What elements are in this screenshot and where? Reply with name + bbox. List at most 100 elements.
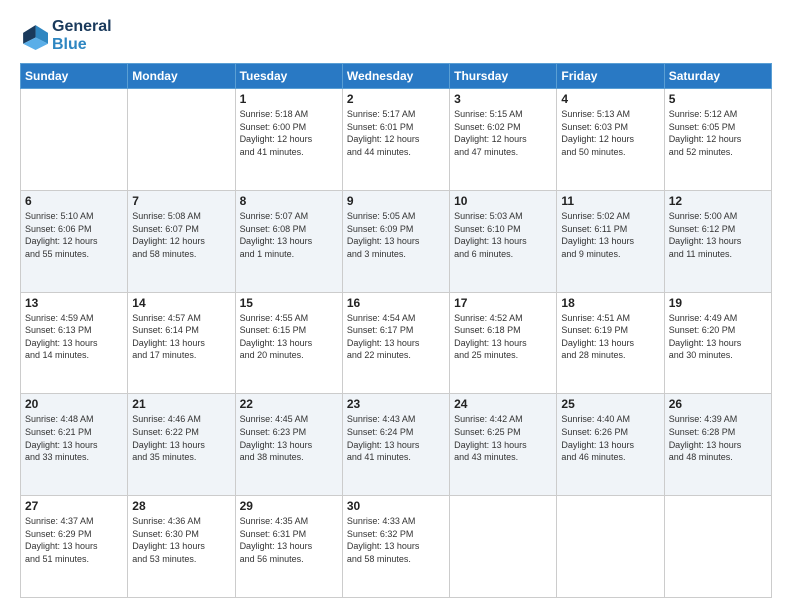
day-info: Sunrise: 5:02 AM Sunset: 6:11 PM Dayligh… [561, 210, 659, 260]
calendar-cell: 16 Sunrise: 4:54 AM Sunset: 6:17 PM Dayli… [342, 292, 449, 394]
day-info: Sunrise: 5:15 AM Sunset: 6:02 PM Dayligh… [454, 108, 552, 158]
day-info: Sunrise: 4:37 AM Sunset: 6:29 PM Dayligh… [25, 515, 123, 565]
calendar-cell: 23 Sunrise: 4:43 AM Sunset: 6:24 PM Dayli… [342, 394, 449, 496]
day-info: Sunrise: 4:35 AM Sunset: 6:31 PM Dayligh… [240, 515, 338, 565]
day-number: 17 [454, 296, 552, 310]
calendar-cell: 19 Sunrise: 4:49 AM Sunset: 6:20 PM Dayli… [664, 292, 771, 394]
calendar-cell [128, 89, 235, 191]
calendar-cell: 14Sunrise: 4:57 AM Sunset: 6:14 PM Dayli… [128, 292, 235, 394]
day-info: Sunrise: 5:17 AM Sunset: 6:01 PM Dayligh… [347, 108, 445, 158]
day-info: Sunrise: 4:59 AM Sunset: 6:13 PM Dayligh… [25, 312, 123, 362]
day-number: 23 [347, 397, 445, 411]
calendar-cell: 15 Sunrise: 4:55 AM Sunset: 6:15 PM Dayli… [235, 292, 342, 394]
day-number: 3 [454, 92, 552, 106]
calendar-cell: 1 Sunrise: 5:18 AM Sunset: 6:00 PM Daylig… [235, 89, 342, 191]
day-number: 25 [561, 397, 659, 411]
calendar-cell: 4 Sunrise: 5:13 AM Sunset: 6:03 PM Daylig… [557, 89, 664, 191]
day-number: 10 [454, 194, 552, 208]
day-info: Sunrise: 4:33 AM Sunset: 6:32 PM Dayligh… [347, 515, 445, 565]
day-number: 4 [561, 92, 659, 106]
day-number: 20 [25, 397, 123, 411]
weekday-header-sunday: Sunday [21, 64, 128, 89]
logo-icon [20, 22, 48, 50]
day-info: Sunrise: 5:18 AM Sunset: 6:00 PM Dayligh… [240, 108, 338, 158]
logo-text: General Blue [52, 18, 112, 53]
calendar-cell: 9 Sunrise: 5:05 AM Sunset: 6:09 PM Daylig… [342, 190, 449, 292]
day-number: 9 [347, 194, 445, 208]
day-info: Sunrise: 5:05 AM Sunset: 6:09 PM Dayligh… [347, 210, 445, 260]
calendar-cell: 28 Sunrise: 4:36 AM Sunset: 6:30 PM Dayli… [128, 496, 235, 598]
day-info: Sunrise: 5:10 AM Sunset: 6:06 PM Dayligh… [25, 210, 123, 260]
calendar-cell [21, 89, 128, 191]
day-number: 11 [561, 194, 659, 208]
weekday-header-wednesday: Wednesday [342, 64, 449, 89]
calendar-cell: 29 Sunrise: 4:35 AM Sunset: 6:31 PM Dayli… [235, 496, 342, 598]
day-number: 18 [561, 296, 659, 310]
header: General Blue [20, 18, 772, 53]
calendar-cell: 2 Sunrise: 5:17 AM Sunset: 6:01 PM Daylig… [342, 89, 449, 191]
calendar-cell: 7Sunrise: 5:08 AM Sunset: 6:07 PM Daylig… [128, 190, 235, 292]
day-number: 24 [454, 397, 552, 411]
calendar-cell: 6 Sunrise: 5:10 AM Sunset: 6:06 PM Daylig… [21, 190, 128, 292]
calendar-cell [450, 496, 557, 598]
calendar-cell: 18 Sunrise: 4:51 AM Sunset: 6:19 PM Dayli… [557, 292, 664, 394]
day-number: 12 [669, 194, 767, 208]
day-info: Sunrise: 5:08 AM Sunset: 6:07 PM Dayligh… [132, 210, 230, 260]
day-info: Sunrise: 4:43 AM Sunset: 6:24 PM Dayligh… [347, 413, 445, 463]
day-info: Sunrise: 4:40 AM Sunset: 6:26 PM Dayligh… [561, 413, 659, 463]
week-row-3: 13 Sunrise: 4:59 AM Sunset: 6:13 PM Dayli… [21, 292, 772, 394]
calendar-cell: 5Sunrise: 5:12 AM Sunset: 6:05 PM Daylig… [664, 89, 771, 191]
day-info: Sunrise: 5:13 AM Sunset: 6:03 PM Dayligh… [561, 108, 659, 158]
day-info: Sunrise: 4:49 AM Sunset: 6:20 PM Dayligh… [669, 312, 767, 362]
calendar-cell: 3 Sunrise: 5:15 AM Sunset: 6:02 PM Daylig… [450, 89, 557, 191]
day-info: Sunrise: 4:52 AM Sunset: 6:18 PM Dayligh… [454, 312, 552, 362]
day-number: 1 [240, 92, 338, 106]
calendar-cell: 26Sunrise: 4:39 AM Sunset: 6:28 PM Dayli… [664, 394, 771, 496]
day-number: 28 [132, 499, 230, 513]
logo: General Blue [20, 18, 112, 53]
day-info: Sunrise: 4:48 AM Sunset: 6:21 PM Dayligh… [25, 413, 123, 463]
calendar-cell: 30 Sunrise: 4:33 AM Sunset: 6:32 PM Dayli… [342, 496, 449, 598]
week-row-1: 1 Sunrise: 5:18 AM Sunset: 6:00 PM Daylig… [21, 89, 772, 191]
weekday-header-saturday: Saturday [664, 64, 771, 89]
page: General Blue SundayMondayTuesdayWednesda… [0, 0, 792, 612]
calendar-cell: 13 Sunrise: 4:59 AM Sunset: 6:13 PM Dayli… [21, 292, 128, 394]
week-row-4: 20 Sunrise: 4:48 AM Sunset: 6:21 PM Dayli… [21, 394, 772, 496]
day-info: Sunrise: 4:46 AM Sunset: 6:22 PM Dayligh… [132, 413, 230, 463]
day-number: 16 [347, 296, 445, 310]
day-info: Sunrise: 4:36 AM Sunset: 6:30 PM Dayligh… [132, 515, 230, 565]
calendar-cell [664, 496, 771, 598]
day-number: 15 [240, 296, 338, 310]
day-number: 6 [25, 194, 123, 208]
calendar-table: SundayMondayTuesdayWednesdayThursdayFrid… [20, 63, 772, 598]
day-number: 30 [347, 499, 445, 513]
week-row-2: 6 Sunrise: 5:10 AM Sunset: 6:06 PM Daylig… [21, 190, 772, 292]
day-info: Sunrise: 4:54 AM Sunset: 6:17 PM Dayligh… [347, 312, 445, 362]
day-number: 22 [240, 397, 338, 411]
day-info: Sunrise: 5:07 AM Sunset: 6:08 PM Dayligh… [240, 210, 338, 260]
day-number: 5 [669, 92, 767, 106]
day-number: 13 [25, 296, 123, 310]
weekday-header-monday: Monday [128, 64, 235, 89]
calendar-cell: 8 Sunrise: 5:07 AM Sunset: 6:08 PM Daylig… [235, 190, 342, 292]
day-info: Sunrise: 4:42 AM Sunset: 6:25 PM Dayligh… [454, 413, 552, 463]
calendar-cell: 20 Sunrise: 4:48 AM Sunset: 6:21 PM Dayli… [21, 394, 128, 496]
day-number: 2 [347, 92, 445, 106]
weekday-header-row: SundayMondayTuesdayWednesdayThursdayFrid… [21, 64, 772, 89]
day-number: 19 [669, 296, 767, 310]
calendar-cell: 25 Sunrise: 4:40 AM Sunset: 6:26 PM Dayli… [557, 394, 664, 496]
weekday-header-friday: Friday [557, 64, 664, 89]
day-info: Sunrise: 4:45 AM Sunset: 6:23 PM Dayligh… [240, 413, 338, 463]
day-info: Sunrise: 5:03 AM Sunset: 6:10 PM Dayligh… [454, 210, 552, 260]
calendar-cell: 24 Sunrise: 4:42 AM Sunset: 6:25 PM Dayli… [450, 394, 557, 496]
calendar-cell: 22 Sunrise: 4:45 AM Sunset: 6:23 PM Dayli… [235, 394, 342, 496]
calendar-cell: 12Sunrise: 5:00 AM Sunset: 6:12 PM Dayli… [664, 190, 771, 292]
calendar-cell: 21 Sunrise: 4:46 AM Sunset: 6:22 PM Dayli… [128, 394, 235, 496]
day-number: 29 [240, 499, 338, 513]
day-number: 21 [132, 397, 230, 411]
day-number: 8 [240, 194, 338, 208]
day-number: 14 [132, 296, 230, 310]
day-info: Sunrise: 4:51 AM Sunset: 6:19 PM Dayligh… [561, 312, 659, 362]
day-info: Sunrise: 4:55 AM Sunset: 6:15 PM Dayligh… [240, 312, 338, 362]
day-number: 26 [669, 397, 767, 411]
